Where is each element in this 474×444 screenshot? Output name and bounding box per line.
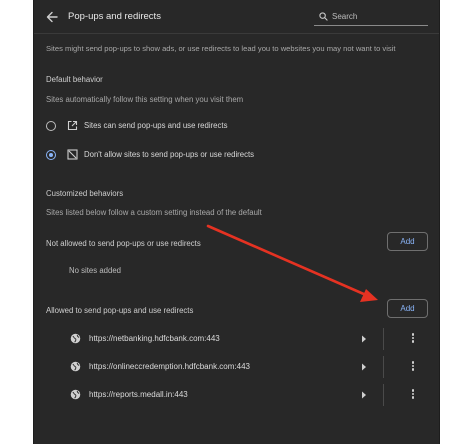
search-field[interactable] (314, 7, 428, 26)
no-sites-text: No sites added (69, 266, 122, 275)
add-allowed-site-button[interactable]: Add (387, 299, 428, 318)
not-allowed-label: Not allowed to send pop-ups or use redir… (46, 239, 201, 248)
intro-text: Sites might send pop-ups to show ads, or… (46, 44, 396, 53)
expand-arrow-icon[interactable] (360, 390, 368, 400)
site-row[interactable]: https://onlineccredemption.hdfcbank.com:… (34, 353, 439, 381)
radio-allow-popups[interactable] (46, 121, 56, 131)
search-input[interactable] (332, 11, 422, 21)
site-row[interactable]: https://reports.medall.in:443 (34, 381, 439, 409)
more-actions-icon[interactable] (409, 360, 417, 374)
expand-arrow-icon[interactable] (360, 362, 368, 372)
search-icon (319, 11, 328, 21)
customized-description: Sites listed below follow a custom setti… (46, 208, 262, 217)
more-actions-icon[interactable] (409, 332, 417, 346)
site-row[interactable]: https://netbanking.hdfcbank.com:443 (34, 325, 439, 353)
add-blocked-site-button[interactable]: Add (387, 232, 428, 251)
row-divider (383, 328, 384, 350)
external-link-icon (67, 120, 78, 131)
customized-heading: Customized behaviors (46, 189, 124, 198)
row-divider (383, 356, 384, 378)
page-title: Pop-ups and redirects (68, 11, 161, 22)
default-behavior-heading: Default behavior (46, 75, 103, 84)
back-arrow-icon[interactable] (43, 8, 61, 26)
allowed-label: Allowed to send pop-ups and use redirect… (46, 306, 194, 315)
expand-arrow-icon[interactable] (360, 334, 368, 344)
site-url[interactable]: https://netbanking.hdfcbank.com:443 (89, 334, 220, 343)
globe-icon (70, 389, 81, 400)
site-url[interactable]: https://reports.medall.in:443 (89, 390, 188, 399)
settings-panel: Pop-ups and redirects Sites might send p… (33, 0, 440, 444)
option-allow-label[interactable]: Sites can send pop-ups and use redirects (84, 121, 227, 130)
globe-icon (70, 361, 81, 372)
header-divider (34, 33, 439, 34)
option-block-label[interactable]: Don't allow sites to send pop-ups or use… (84, 150, 254, 159)
site-url[interactable]: https://onlineccredemption.hdfcbank.com:… (89, 362, 250, 371)
row-divider (383, 384, 384, 406)
default-behavior-description: Sites automatically follow this setting … (46, 95, 244, 104)
globe-icon (70, 333, 81, 344)
blocked-window-icon (67, 149, 78, 160)
radio-block-popups[interactable] (46, 150, 56, 160)
more-actions-icon[interactable] (409, 388, 417, 402)
